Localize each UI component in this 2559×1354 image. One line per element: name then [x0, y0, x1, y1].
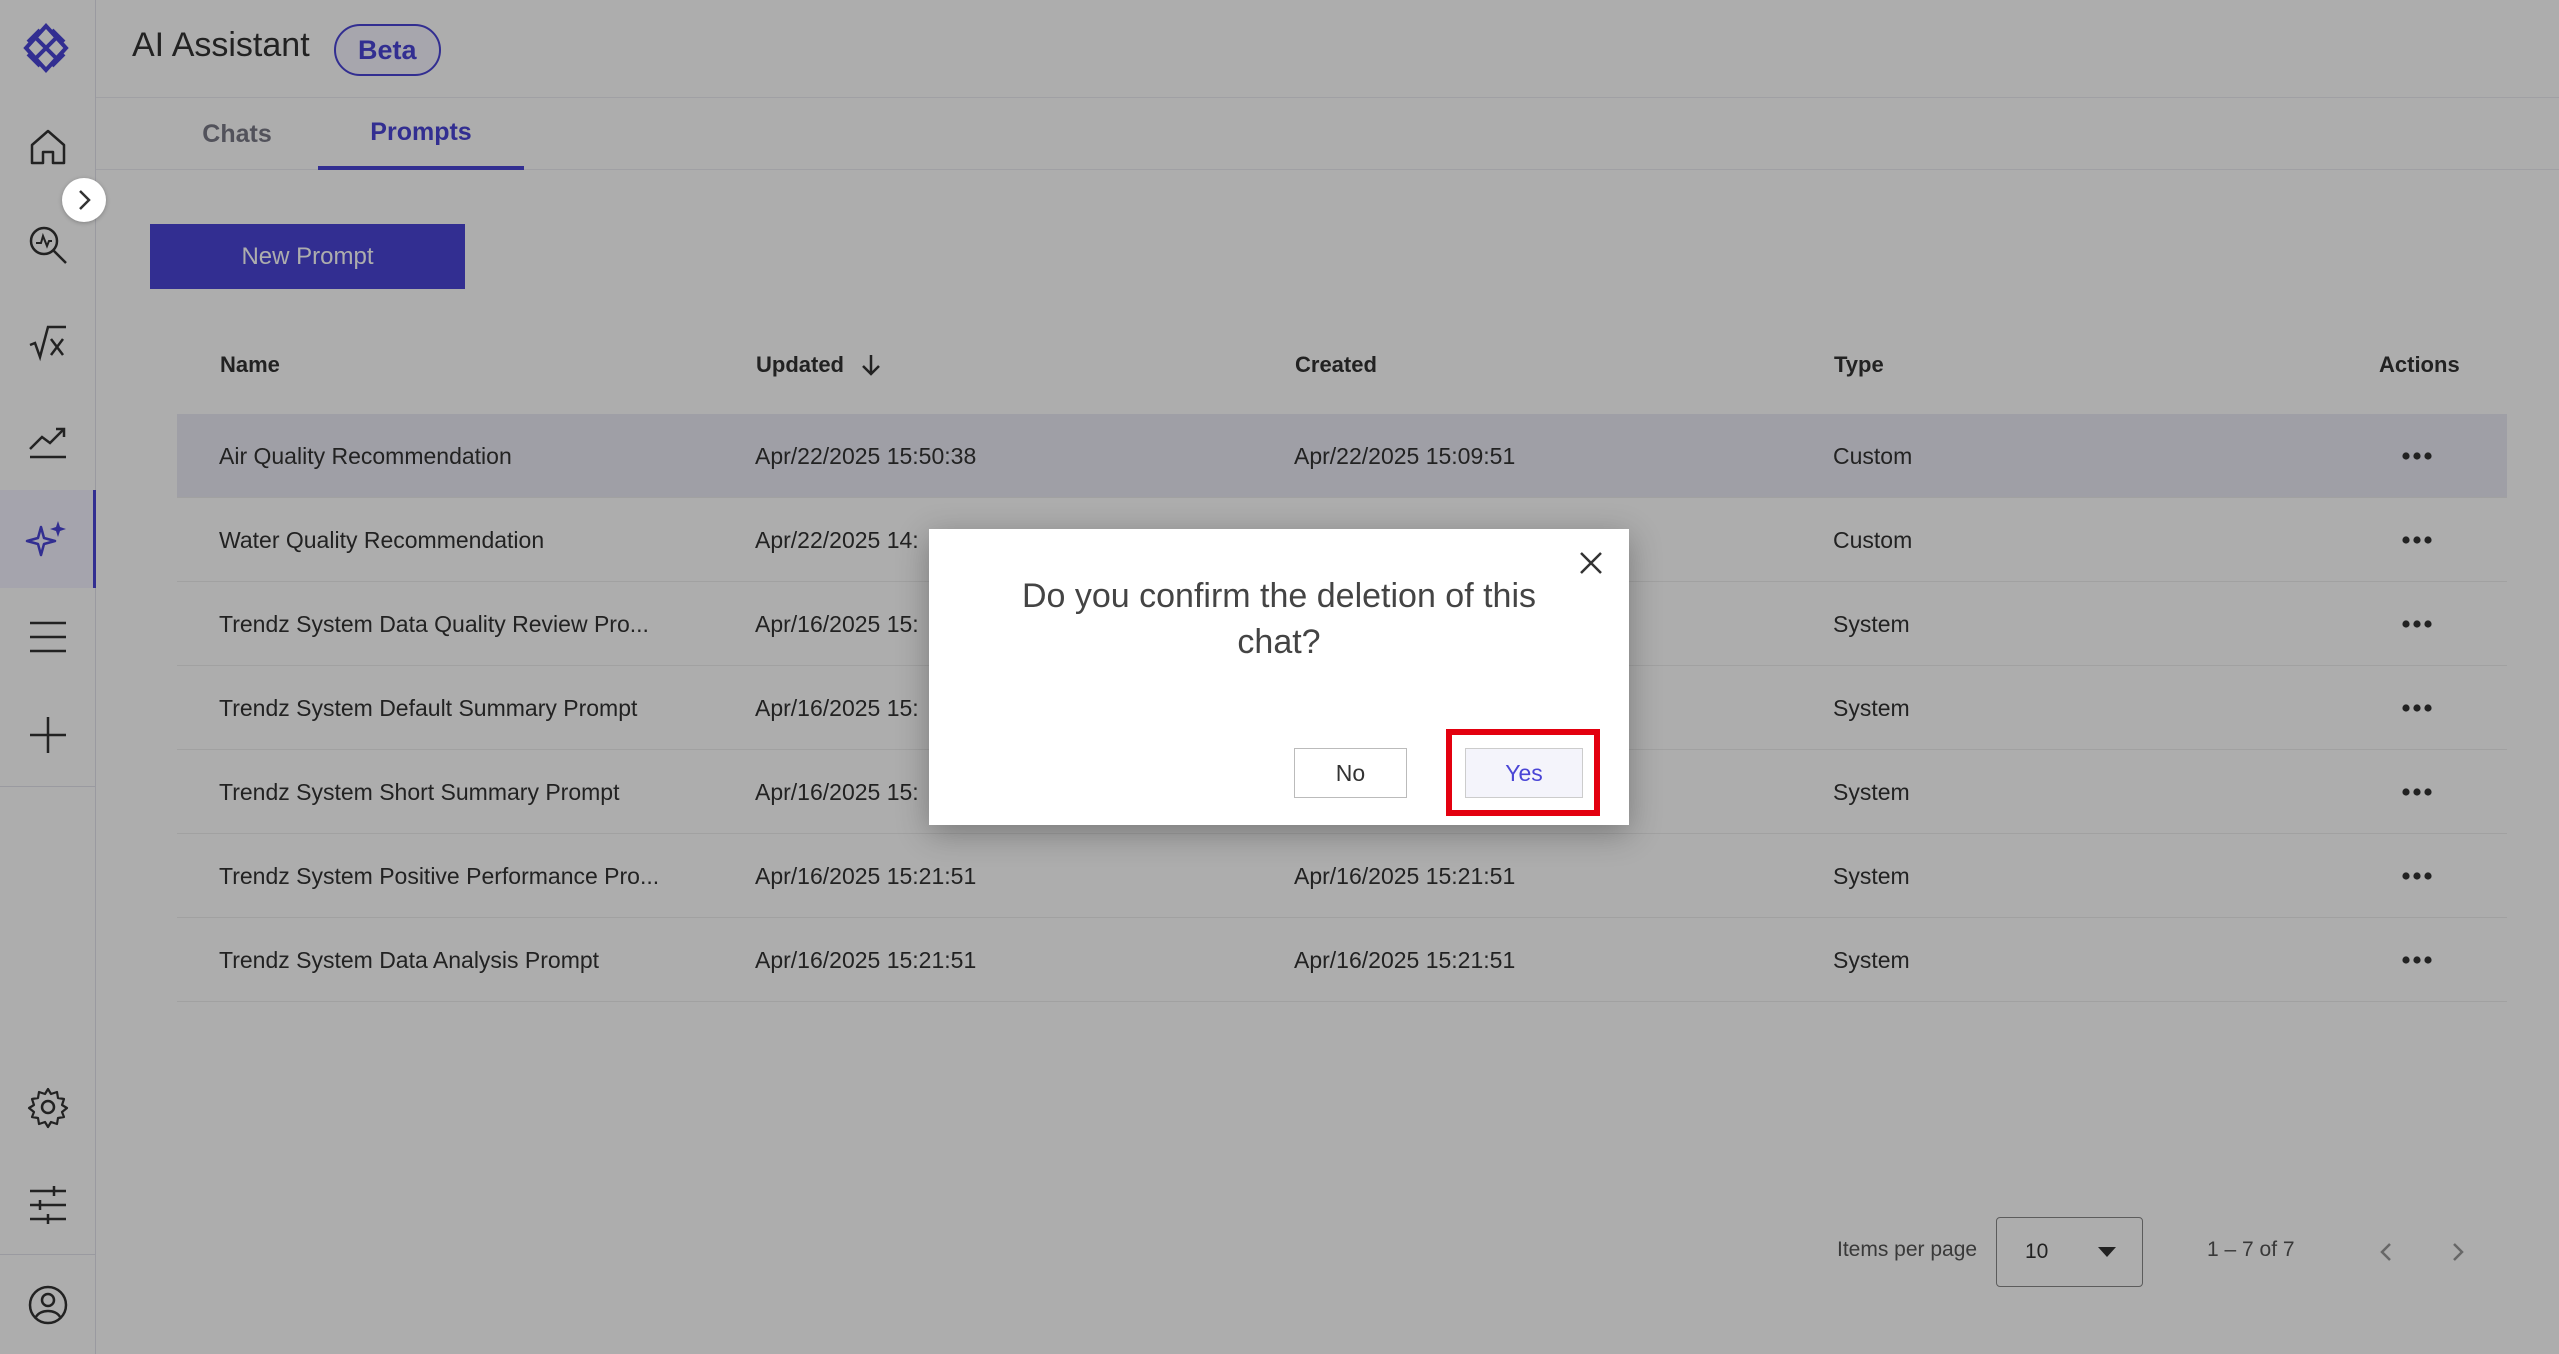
dialog-message: Do you confirm the deletion of this chat… — [1021, 577, 1537, 661]
dialog-close-button[interactable] — [1571, 543, 1611, 583]
chevron-right-icon — [79, 190, 91, 210]
no-button[interactable]: No — [1294, 748, 1407, 798]
close-icon — [1580, 552, 1602, 574]
expand-sidebar-button[interactable] — [62, 178, 106, 222]
yes-button[interactable]: Yes — [1465, 748, 1583, 798]
confirm-delete-dialog: Do you confirm the deletion of this chat… — [929, 529, 1629, 825]
